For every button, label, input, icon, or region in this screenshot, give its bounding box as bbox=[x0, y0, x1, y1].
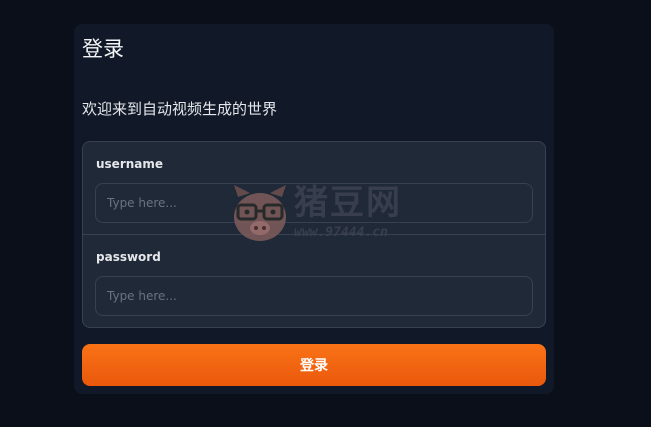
password-field-group: password bbox=[83, 235, 545, 327]
username-field-group: username bbox=[83, 142, 545, 235]
password-label: password bbox=[96, 250, 161, 264]
login-card: 登录 欢迎来到自动视频生成的世界 username password 登录 bbox=[74, 24, 554, 394]
password-input[interactable] bbox=[95, 276, 533, 316]
welcome-text: 欢迎来到自动视频生成的世界 bbox=[82, 100, 278, 118]
login-form: username password bbox=[82, 141, 546, 328]
login-button[interactable]: 登录 bbox=[82, 344, 546, 386]
page-title: 登录 bbox=[82, 37, 124, 61]
username-label: username bbox=[96, 157, 164, 171]
username-input[interactable] bbox=[95, 183, 533, 223]
